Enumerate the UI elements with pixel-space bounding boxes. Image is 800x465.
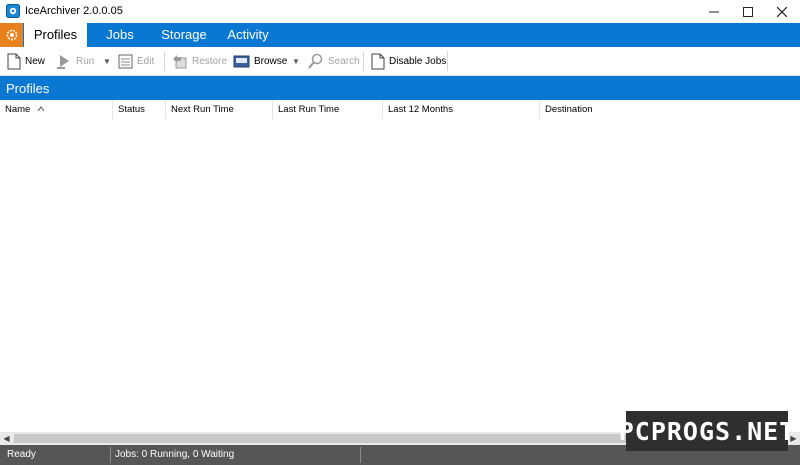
browse-label: Browse (254, 55, 288, 67)
status-divider (110, 447, 111, 463)
tab-activity[interactable]: Activity (220, 23, 276, 47)
gear-icon (6, 29, 17, 41)
column-header-last-run-time[interactable]: Last Run Time (273, 100, 383, 119)
new-document-icon (7, 53, 21, 69)
edit-icon (118, 54, 133, 68)
restore-button[interactable]: Restore (171, 47, 227, 75)
column-header-next-run-time[interactable]: Next Run Time (166, 100, 273, 119)
restore-icon (173, 54, 187, 68)
column-header-destination[interactable]: Destination (540, 100, 800, 119)
tab-profiles[interactable]: Profiles (24, 23, 87, 47)
edit-button[interactable]: Edit (118, 47, 154, 75)
maximize-button[interactable] (731, 0, 765, 23)
run-label: Run (76, 55, 95, 67)
tab-jobs[interactable]: Jobs (96, 23, 144, 47)
new-button[interactable]: New (7, 47, 45, 75)
restore-label: Restore (192, 55, 228, 67)
browse-button[interactable]: Browse (233, 47, 287, 75)
app-icon (6, 4, 20, 18)
title-bar: IceArchiver 2.0.0.05 (0, 0, 800, 23)
document-icon (371, 53, 385, 69)
grid-header: Name Status Next Run Time Last Run Time … (0, 100, 800, 119)
disable-jobs-button[interactable]: Disable Jobs (371, 47, 446, 75)
maximize-icon (743, 6, 753, 17)
browse-dropdown-icon[interactable]: ▼ (291, 47, 301, 75)
profiles-grid[interactable] (0, 119, 800, 432)
search-label: Search (328, 55, 360, 67)
run-button[interactable]: Run (56, 47, 94, 75)
close-button[interactable] (765, 0, 799, 23)
run-dropdown-icon[interactable]: ▼ (102, 47, 112, 75)
watermark: PCPROGS.NET (619, 411, 794, 451)
tab-storage[interactable]: Storage (154, 23, 214, 47)
toolbar-separator (164, 51, 165, 71)
close-icon (777, 6, 787, 17)
column-header-status[interactable]: Status (113, 100, 166, 119)
edit-label: Edit (137, 55, 155, 67)
sort-ascending-icon (37, 106, 45, 112)
status-jobs: Jobs: 0 Running, 0 Waiting (115, 449, 235, 460)
minimize-button[interactable] (697, 0, 731, 23)
column-header-name[interactable]: Name (0, 100, 113, 119)
search-button[interactable]: Search (307, 47, 360, 75)
section-header: Profiles (0, 76, 800, 100)
new-label: New (25, 55, 46, 67)
column-header-last-12-months[interactable]: Last 12 Months (383, 100, 540, 119)
column-name-label: Name (5, 104, 31, 115)
ribbon-tab-bar: Profiles Jobs Storage Activity (0, 23, 800, 47)
section-title: Profiles (6, 81, 50, 96)
search-icon (308, 53, 323, 69)
minimize-icon (709, 11, 719, 12)
toolbar: New Run ▼ Edit Restore Browse ▼ Search D… (0, 47, 800, 76)
window-title: IceArchiver 2.0.0.05 (25, 5, 123, 17)
status-divider (360, 447, 361, 463)
app-menu-button[interactable] (0, 23, 23, 47)
browse-icon (233, 55, 250, 67)
toolbar-separator (363, 51, 364, 71)
scroll-left-icon[interactable]: ◀ (0, 432, 13, 445)
run-icon (57, 54, 69, 69)
disable-jobs-label: Disable Jobs (389, 55, 447, 67)
toolbar-separator (447, 51, 448, 71)
status-ready: Ready (7, 449, 36, 460)
